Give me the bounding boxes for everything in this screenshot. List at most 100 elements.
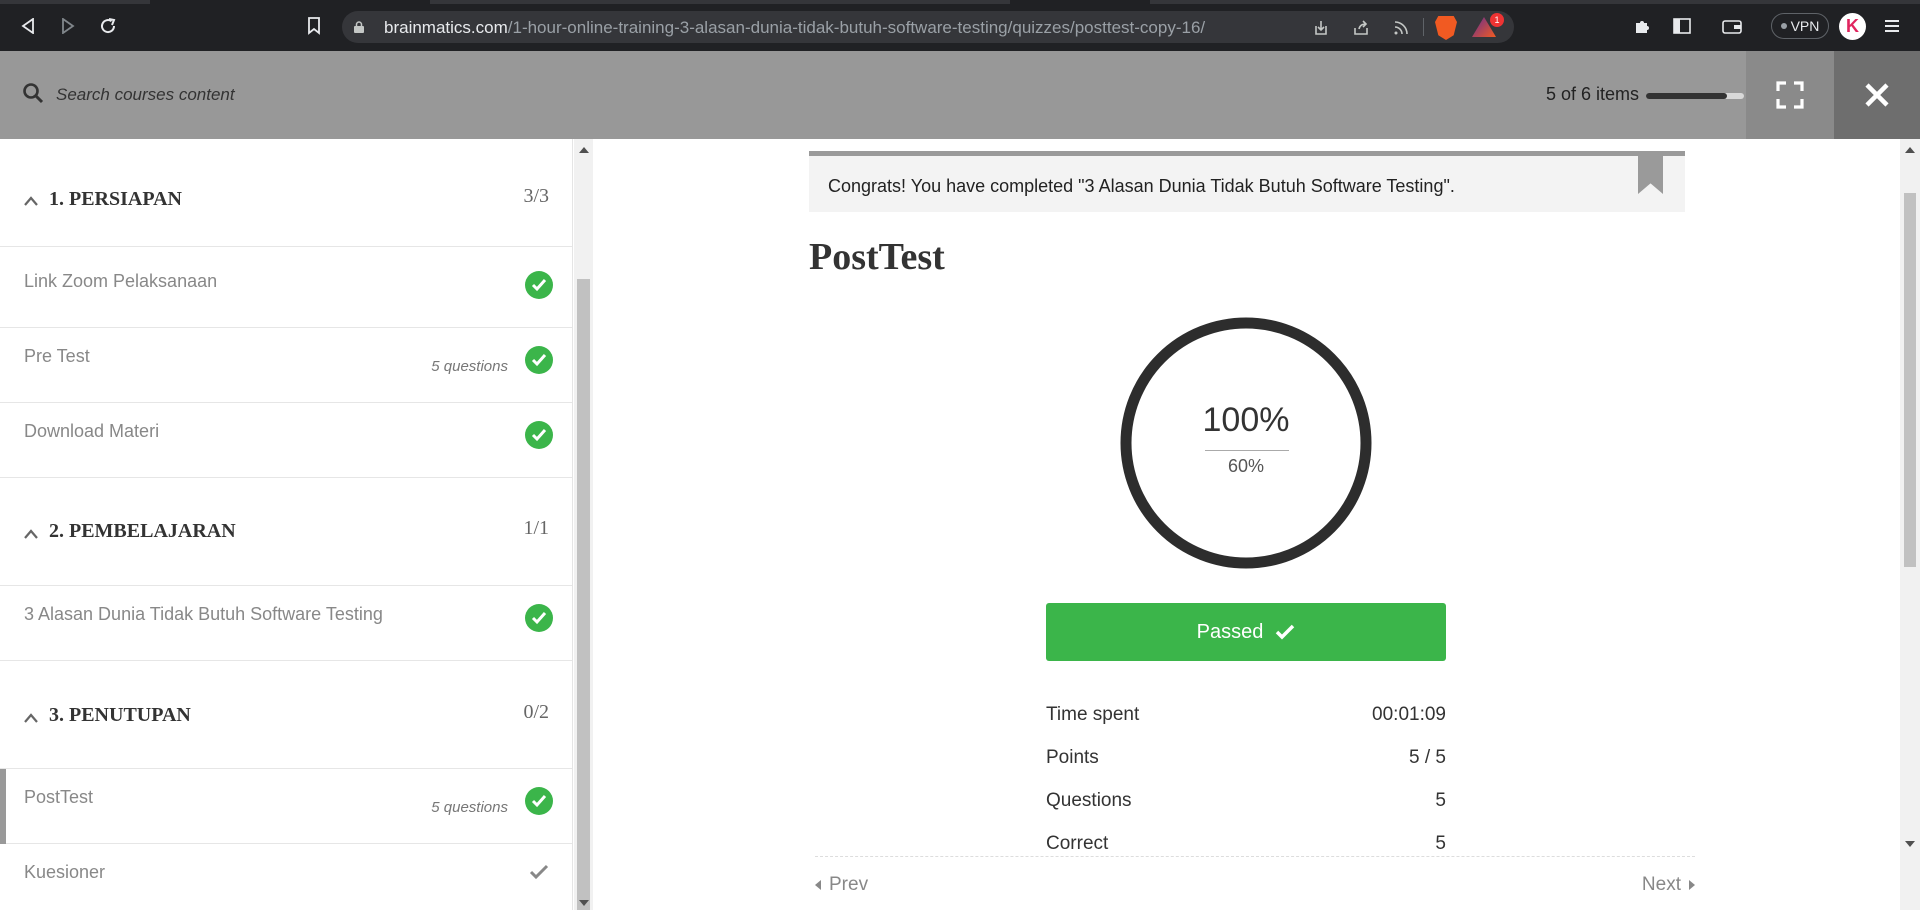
- lesson-name: Pre Test: [24, 346, 90, 366]
- url-text[interactable]: brainmatics.com/1-hour-online-training-3…: [384, 18, 1205, 38]
- close-course-button[interactable]: [1834, 51, 1920, 139]
- section-count: 3/3: [523, 185, 549, 207]
- lesson-item-active[interactable]: PostTest 5 questions: [0, 769, 572, 844]
- lesson-name: Kuesioner: [24, 862, 106, 882]
- vpn-status-dot: [1780, 23, 1787, 29]
- search-input[interactable]: [56, 82, 556, 108]
- lesson-item[interactable]: Pre Test 5 questions: [0, 328, 572, 403]
- vpn-label: VPN: [1790, 18, 1820, 34]
- score-percentage: 100%: [1202, 401, 1290, 439]
- sidebar-toggle-icon[interactable]: [1671, 15, 1693, 37]
- rss-icon[interactable]: [1391, 18, 1411, 38]
- course-curriculum-sidebar: 1. PERSIAPAN 3/3 Link Zoom Pelaksanaan P…: [0, 139, 573, 910]
- lesson-navigation: Prev Next: [815, 856, 1695, 910]
- check-icon: [1276, 624, 1295, 640]
- score-ring: [1120, 317, 1372, 569]
- main-scrollbar[interactable]: [1900, 139, 1920, 910]
- completion-notice: Congrats! You have completed "3 Alasan D…: [809, 151, 1685, 212]
- course-progress-fill: [1646, 93, 1728, 99]
- completed-check-icon: [525, 421, 553, 449]
- next-button[interactable]: Next: [1642, 874, 1695, 896]
- scrollbar-thumb[interactable]: [577, 279, 590, 910]
- section-header-penutupan[interactable]: 3. PENUTUPAN 0/2: [0, 661, 572, 769]
- result-passed-badge: Passed: [1046, 603, 1446, 661]
- share-icon[interactable]: [1351, 18, 1371, 38]
- lesson-name: Link Zoom Pelaksanaan: [24, 271, 218, 291]
- bookmark-icon[interactable]: [302, 14, 326, 38]
- completed-check-icon: [525, 787, 553, 815]
- check-icon: [529, 864, 551, 886]
- stat-label: Correct: [1046, 833, 1109, 854]
- section-title: 2. PEMBELAJARAN: [49, 520, 236, 542]
- scroll-down-arrow[interactable]: [1905, 841, 1915, 847]
- section-count: 1/1: [523, 517, 549, 539]
- brave-shields-icon[interactable]: [1435, 16, 1457, 40]
- scroll-down-arrow[interactable]: [579, 900, 589, 906]
- fullscreen-button[interactable]: [1746, 51, 1834, 139]
- next-label: Next: [1641, 874, 1681, 895]
- result-label: Passed: [1196, 620, 1264, 643]
- chevron-up-icon[interactable]: [24, 526, 38, 540]
- completion-message: Congrats! You have completed "3 Alasan D…: [828, 176, 1455, 196]
- caret-right-icon: [1689, 880, 1695, 890]
- lesson-name: Download Materi: [24, 421, 160, 441]
- lesson-item[interactable]: 3 Alasan Dunia Tidak Butuh Software Test…: [0, 586, 572, 661]
- scroll-up-arrow[interactable]: [579, 147, 589, 153]
- section-header-persiapan[interactable]: 1. PERSIAPAN 3/3: [0, 139, 572, 247]
- quiz-title: PostTest: [809, 236, 945, 278]
- stat-label: Time spent: [1046, 704, 1140, 725]
- section-title: 1. PERSIAPAN: [49, 188, 182, 210]
- brave-rewards-icon[interactable]: 1: [1472, 13, 1504, 37]
- course-header: 5 of 6 items: [0, 51, 1920, 139]
- result-stats: Time spent 00:01:09 Points 5 / 5 Questio…: [1046, 704, 1446, 876]
- address-separator: [1423, 18, 1424, 36]
- prev-button[interactable]: Prev: [815, 874, 868, 896]
- lesson-item[interactable]: Link Zoom Pelaksanaan: [0, 253, 572, 328]
- bookmark-ribbon-icon: [1638, 156, 1663, 194]
- lesson-item[interactable]: Download Materi: [0, 403, 572, 478]
- lesson-meta: 5 questions: [431, 799, 508, 816]
- vpn-button[interactable]: VPN: [1771, 13, 1829, 39]
- browser-toolbar: brainmatics.com/1-hour-online-training-3…: [0, 0, 1920, 51]
- address-bar[interactable]: brainmatics.com/1-hour-online-training-3…: [342, 11, 1514, 43]
- section-count: 0/2: [523, 701, 549, 723]
- caret-left-icon: [815, 880, 821, 890]
- browser-menu-icon[interactable]: [1883, 15, 1901, 37]
- lock-icon: [354, 20, 364, 33]
- fullscreen-icon: [1776, 81, 1804, 109]
- tab-strip[interactable]: [0, 0, 1920, 4]
- lesson-meta: 5 questions: [431, 358, 508, 375]
- stat-label: Questions: [1046, 790, 1132, 811]
- search-icon[interactable]: [22, 82, 46, 106]
- section-header-pembelajaran[interactable]: 2. PEMBELAJARAN 1/1: [0, 478, 572, 586]
- scrollbar-thumb[interactable]: [1904, 193, 1916, 567]
- scroll-up-arrow[interactable]: [1905, 147, 1915, 153]
- profile-avatar[interactable]: K: [1839, 13, 1866, 40]
- passing-grade: 60%: [1227, 456, 1265, 476]
- install-icon[interactable]: [1311, 18, 1331, 38]
- section-title: 3. PENUTUPAN: [49, 704, 191, 726]
- rewards-badge: 1: [1490, 13, 1504, 27]
- lesson-name: 3 Alasan Dunia Tidak Butuh Software Test…: [24, 604, 383, 624]
- back-icon[interactable]: [16, 14, 40, 38]
- extensions-icon[interactable]: [1631, 15, 1653, 37]
- reload-icon[interactable]: [96, 14, 120, 38]
- score-divider: [1205, 450, 1289, 451]
- stat-value: 5 / 5: [1409, 747, 1446, 768]
- stat-questions: Questions 5: [1046, 790, 1446, 833]
- prev-label: Prev: [829, 874, 869, 895]
- stat-value: 5: [1435, 790, 1446, 811]
- forward-icon[interactable]: [56, 14, 80, 38]
- quiz-result-panel: Congrats! You have completed "3 Alasan D…: [593, 139, 1900, 910]
- stat-label: Points: [1046, 747, 1099, 768]
- sidebar-scrollbar[interactable]: [574, 139, 593, 910]
- completed-check-icon: [525, 346, 553, 374]
- wallet-icon[interactable]: [1721, 15, 1743, 37]
- url-domain: brainmatics.com: [384, 18, 508, 37]
- lesson-name: PostTest: [24, 787, 94, 807]
- course-progress-bar: [1646, 93, 1744, 99]
- lesson-item[interactable]: Kuesioner: [0, 844, 572, 910]
- chevron-up-icon[interactable]: [24, 710, 38, 724]
- active-indicator: [0, 769, 6, 844]
- chevron-up-icon[interactable]: [24, 193, 38, 207]
